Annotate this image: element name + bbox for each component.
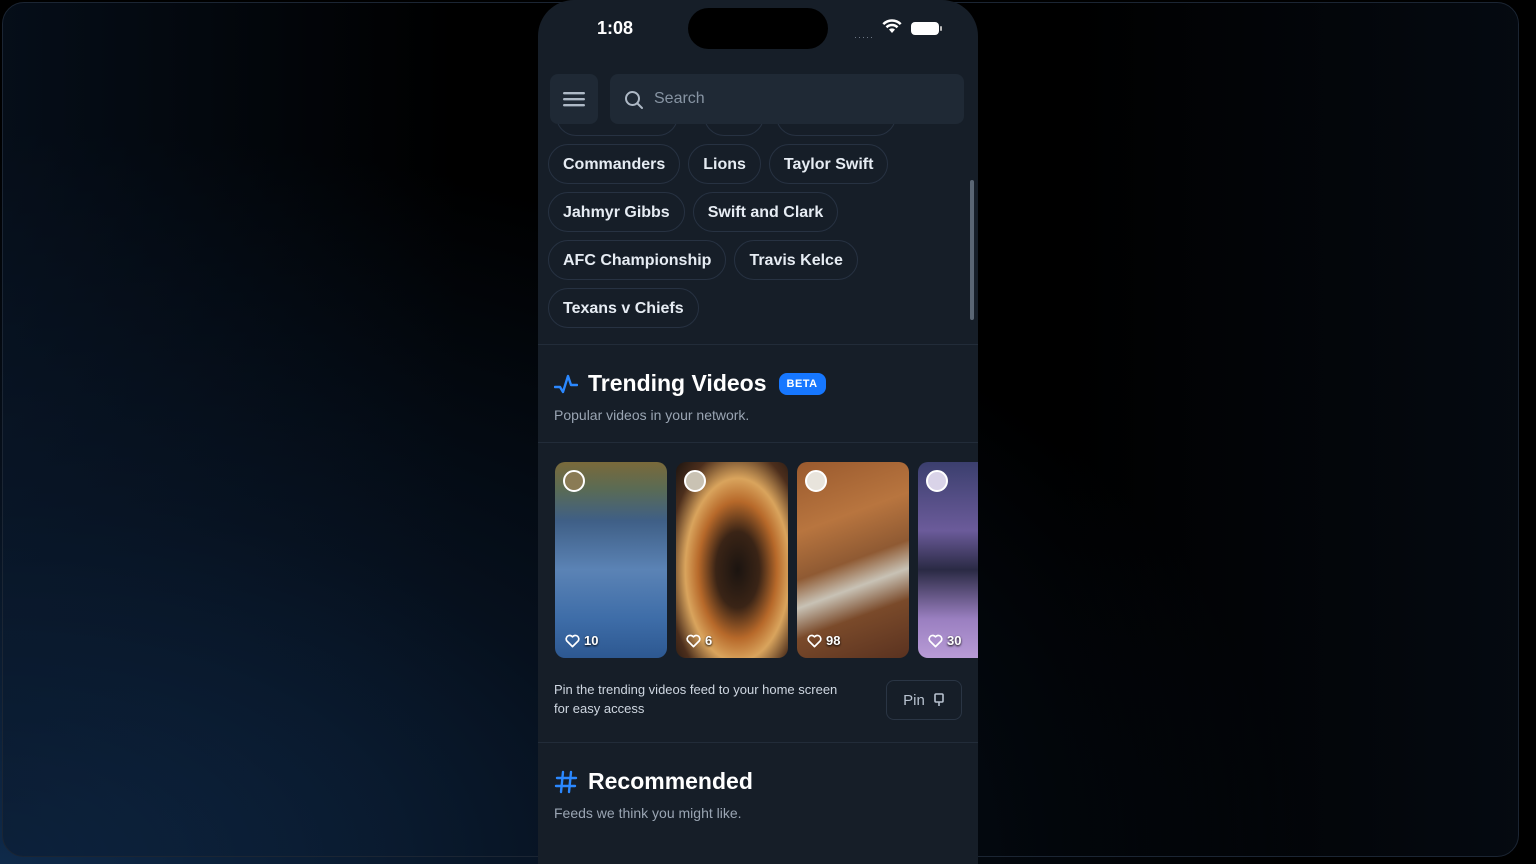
section-divider xyxy=(538,442,978,443)
section-divider xyxy=(538,742,978,743)
chip-row: Commanders Lions Taylor Swift xyxy=(548,140,968,188)
pin-button[interactable]: Pin xyxy=(886,680,962,720)
section-divider xyxy=(538,344,978,345)
recommended-subtitle: Feeds we think you might like. xyxy=(554,805,742,821)
search-input[interactable] xyxy=(654,87,954,111)
chip-afc-championship[interactable]: AFC Championship xyxy=(548,240,727,280)
likes-count: 98 xyxy=(826,633,841,648)
chip-swift-and-clark[interactable]: Swift and Clark xyxy=(692,192,839,232)
video-card[interactable]: 6 xyxy=(676,462,788,658)
likes-count: 30 xyxy=(947,633,962,648)
pin-button-label: Pin xyxy=(903,691,925,709)
heart-icon xyxy=(807,634,822,647)
video-card[interactable]: 98 xyxy=(797,462,909,658)
chip-row: Texans v Chiefs xyxy=(548,284,968,332)
heart-icon xyxy=(686,634,701,647)
cellular-signal-icon: ····· xyxy=(854,32,874,42)
phone-screen: 1:08 ····· Commanders Lions T xyxy=(538,0,978,864)
chip-row: Jahmyr Gibbs Swift and Clark xyxy=(548,188,968,236)
video-likes: 98 xyxy=(807,633,840,648)
likes-count: 10 xyxy=(584,633,599,648)
dynamic-island xyxy=(688,8,828,49)
video-likes: 30 xyxy=(928,633,961,648)
avatar xyxy=(926,470,948,492)
video-likes: 6 xyxy=(686,633,712,648)
search-bar[interactable] xyxy=(610,74,964,124)
search-icon xyxy=(625,91,643,109)
chip-row-partial xyxy=(548,124,968,138)
video-card[interactable]: 10 xyxy=(555,462,667,658)
chip-ghost xyxy=(776,124,896,136)
status-time: 1:08 xyxy=(597,18,634,38)
hamburger-icon xyxy=(563,92,585,107)
battery-icon xyxy=(911,22,942,35)
video-thumbnail xyxy=(918,462,978,658)
scrollbar[interactable] xyxy=(970,180,974,320)
hashtag-icon xyxy=(554,770,578,793)
heart-icon xyxy=(565,634,580,647)
trending-video-carousel[interactable]: 10 6 98 30 xyxy=(555,462,978,660)
chip-texans-v-chiefs[interactable]: Texans v Chiefs xyxy=(548,288,699,328)
beta-badge: BETA xyxy=(778,372,826,395)
pin-feed-row: Pin the trending videos feed to your hom… xyxy=(554,680,964,720)
pin-icon xyxy=(934,693,944,706)
topic-chips: Commanders Lions Taylor Swift Jahmyr Gib… xyxy=(548,140,968,332)
chip-commanders[interactable]: Commanders xyxy=(548,144,681,184)
trending-videos-header: Trending Videos BETA Popular videos in y… xyxy=(554,370,826,423)
chip-jahmyr-gibbs[interactable]: Jahmyr Gibbs xyxy=(548,192,685,232)
chip-row: AFC Championship Travis Kelce xyxy=(548,236,968,284)
wifi-icon xyxy=(882,19,902,33)
chip-ghost xyxy=(556,124,678,136)
avatar xyxy=(805,470,827,492)
recommended-header: Recommended Feeds we think you might lik… xyxy=(554,768,753,821)
chip-taylor-swift[interactable]: Taylor Swift xyxy=(768,144,889,184)
heart-icon xyxy=(928,634,943,647)
avatar xyxy=(684,470,706,492)
chip-ghost xyxy=(704,124,764,136)
chip-travis-kelce[interactable]: Travis Kelce xyxy=(734,240,858,280)
trending-videos-title: Trending Videos xyxy=(588,370,767,396)
recommended-title: Recommended xyxy=(588,768,753,794)
trending-videos-subtitle: Popular videos in your network. xyxy=(554,407,750,423)
menu-button[interactable] xyxy=(550,74,598,124)
status-bar: 1:08 ····· xyxy=(538,0,978,56)
video-card[interactable]: 30 xyxy=(918,462,978,658)
trending-pulse-icon xyxy=(554,374,578,393)
avatar xyxy=(563,470,585,492)
likes-count: 6 xyxy=(705,633,713,648)
video-likes: 10 xyxy=(565,633,598,648)
pin-feed-description: Pin the trending videos feed to your hom… xyxy=(554,682,838,716)
chip-lions[interactable]: Lions xyxy=(688,144,761,184)
